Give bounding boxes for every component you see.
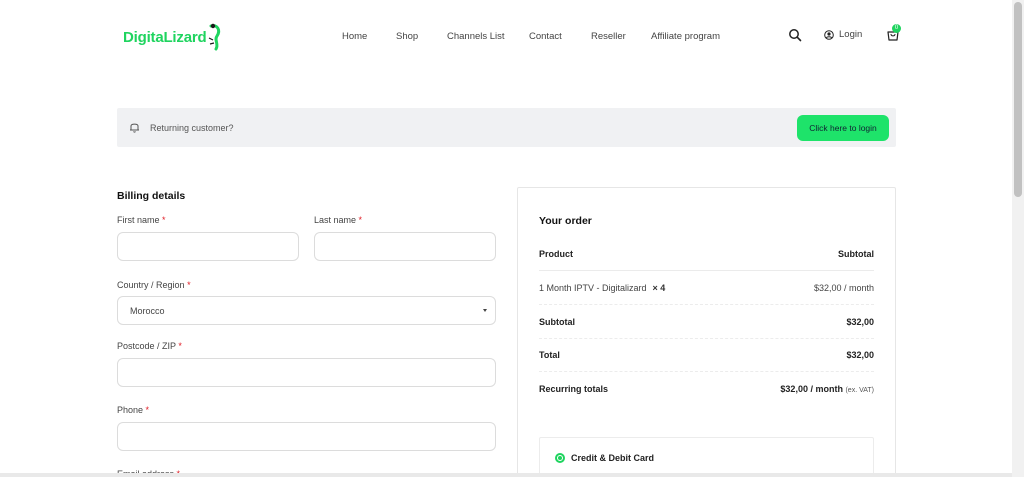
nav-reseller[interactable]: Reseller	[591, 31, 626, 42]
payment-radio-credit-card[interactable]	[555, 453, 565, 463]
total-label: Total	[539, 350, 560, 360]
order-divider	[539, 304, 874, 305]
returning-customer-banner: Returning customer? Click here to login	[117, 108, 896, 147]
country-select-value: Morocco	[130, 306, 165, 316]
horizontal-scrollbar[interactable]	[0, 473, 1012, 477]
click-to-login-button[interactable]: Click here to login	[797, 115, 889, 141]
nav-shop[interactable]: Shop	[396, 31, 418, 42]
postcode-label: Postcode / ZIP *	[117, 341, 182, 351]
postcode-input[interactable]	[117, 358, 496, 387]
order-item-row: 1 Month IPTV - Digitalizard × 4 $32,00 / …	[539, 283, 874, 316]
first-name-label: First name *	[117, 215, 166, 225]
order-divider	[539, 338, 874, 339]
phone-label: Phone *	[117, 405, 150, 415]
subtotal-value: $32,00	[846, 317, 874, 327]
cart-count-badge: 0	[892, 24, 901, 33]
nav-contact[interactable]: Contact	[529, 31, 562, 42]
returning-customer-text: Returning customer?	[150, 123, 234, 133]
subtotal-column-header: Subtotal	[838, 249, 874, 259]
order-divider	[539, 270, 874, 271]
last-name-input[interactable]	[314, 232, 496, 261]
billing-details-title: Billing details	[117, 190, 186, 202]
country-label: Country / Region *	[117, 280, 191, 290]
caret-down-icon	[483, 309, 487, 312]
product-column-header: Product	[539, 249, 574, 259]
recurring-totals-value: $32,00 / month (ex. VAT)	[780, 384, 874, 394]
payment-methods-box: Credit & Debit Card	[539, 437, 874, 477]
order-total-row: Total $32,00	[539, 350, 874, 383]
logo-text: DigitaLizard	[123, 28, 207, 46]
login-link[interactable]: Login	[824, 29, 862, 40]
nav-home[interactable]: Home	[342, 31, 367, 42]
nav-channels-list[interactable]: Channels List	[447, 31, 505, 42]
subtotal-label: Subtotal	[539, 317, 575, 327]
nav-affiliate-program[interactable]: Affiliate program	[651, 31, 720, 42]
your-order-title: Your order	[539, 215, 592, 227]
order-item-name: 1 Month IPTV - Digitalizard × 4	[539, 283, 666, 293]
scrollbar-thumb[interactable]	[1014, 2, 1022, 197]
login-label: Login	[839, 29, 863, 40]
last-name-label: Last name *	[314, 215, 363, 225]
bell-icon	[130, 123, 139, 133]
first-name-input[interactable]	[117, 232, 299, 261]
payment-method-label[interactable]: Credit & Debit Card	[571, 453, 654, 463]
site-logo[interactable]: DigitaLizard	[123, 20, 223, 54]
order-subtotal-row: Subtotal $32,00	[539, 317, 874, 350]
user-icon	[824, 29, 834, 40]
recurring-totals-row: Recurring totals $32,00 / month (ex. VAT…	[539, 384, 874, 417]
lizard-icon	[209, 23, 221, 51]
order-divider	[539, 371, 874, 372]
phone-input[interactable]	[117, 422, 496, 451]
search-icon[interactable]	[788, 28, 802, 42]
total-value: $32,00	[846, 350, 874, 360]
site-header: DigitaLizard Home Shop Channels List Con…	[0, 0, 1012, 72]
recurring-totals-label: Recurring totals	[539, 384, 609, 394]
vertical-scrollbar[interactable]	[1012, 0, 1024, 477]
order-table-header: Product Subtotal	[539, 249, 874, 282]
order-item-price: $32,00 / month	[813, 283, 874, 293]
country-select[interactable]: Morocco	[117, 296, 496, 325]
